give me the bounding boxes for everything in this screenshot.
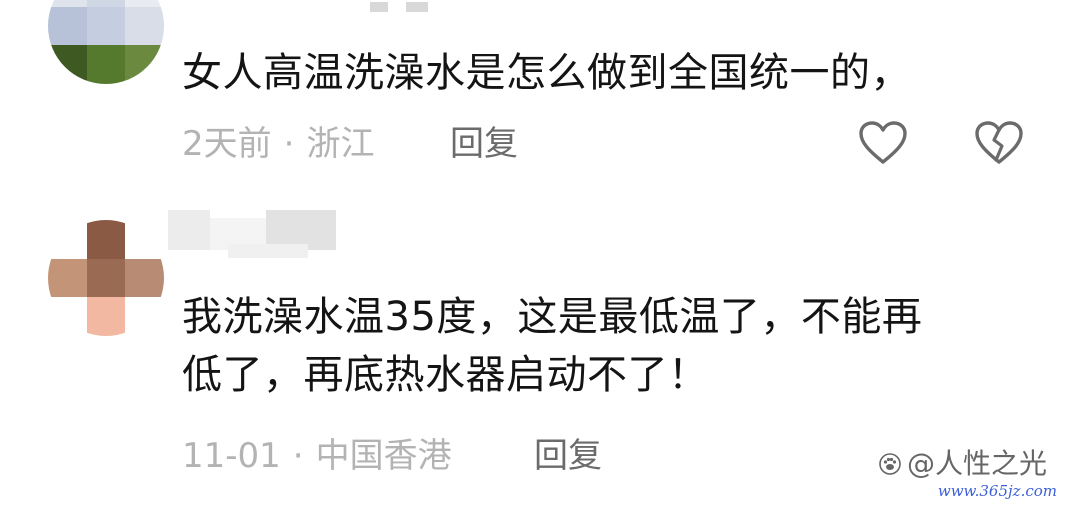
like-icon-graphic	[859, 121, 907, 164]
watermark-text: @人性之光	[906, 447, 1047, 480]
comment-item: 女人高温洗澡水是怎么做到全国统一的， 2天前 · 浙江 回复	[0, 0, 1071, 190]
comment-time: 11-01	[182, 436, 281, 476]
comment-text: 女人高温洗澡水是怎么做到全国统一的，	[182, 50, 911, 96]
paw-logo-icon	[879, 453, 901, 475]
broken-heart-icon[interactable]	[974, 120, 1024, 166]
username-blurred[interactable]	[168, 210, 338, 258]
username-blurred[interactable]	[360, 0, 440, 14]
meta-separator: ·	[283, 124, 295, 164]
comment-meta: 2天前 · 浙江 回复	[182, 124, 518, 164]
reply-button[interactable]: 回复	[534, 436, 602, 476]
comment-location: 浙江	[306, 124, 375, 164]
comment-text: 我洗澡水温35度，这是最低温了，不能再 低了，再底热水器启动不了！	[182, 294, 923, 398]
avatar[interactable]	[48, 0, 164, 84]
watermark: @人性之光 www.365jz.com	[859, 448, 1059, 504]
watermark-url: www.365jz.com	[937, 482, 1057, 500]
watermark-handle: @人性之光	[879, 448, 1047, 480]
avatar[interactable]	[48, 220, 164, 336]
comment-location: 中国香港	[315, 436, 452, 476]
heart-outline-icon[interactable]	[858, 120, 908, 166]
comment-meta: 11-01 · 中国香港 回复	[182, 436, 602, 476]
dislike-icon-graphic	[975, 121, 1023, 164]
reply-button[interactable]: 回复	[450, 124, 518, 164]
comment-time: 2天前	[182, 124, 272, 164]
meta-separator: ·	[292, 436, 304, 476]
